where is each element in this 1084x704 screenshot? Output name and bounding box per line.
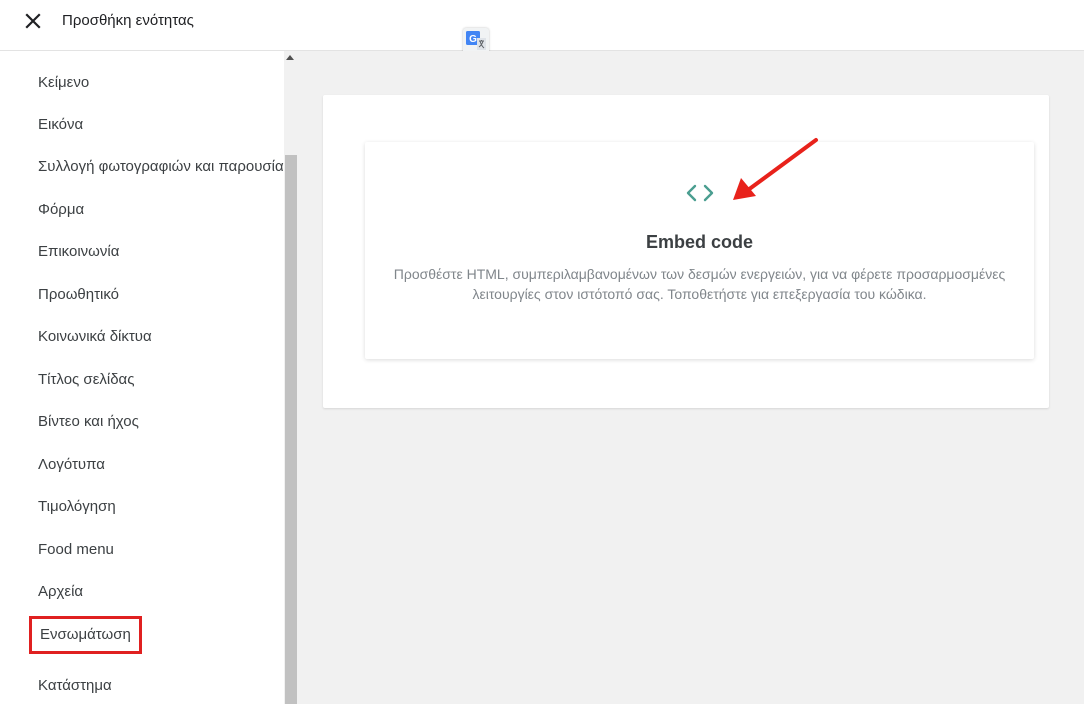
section-preview-panel: Embed code Προσθέστε HTML, συμπεριλαμβαν…	[323, 95, 1049, 408]
sidebar-item-embed[interactable]: Ενσωμάτωση	[29, 616, 142, 654]
embed-code-card[interactable]: Embed code Προσθέστε HTML, συμπεριλαμβαν…	[365, 142, 1034, 359]
sidebar-item-pricing[interactable]: Τιμολόγηση	[38, 497, 284, 517]
sidebar-item-food-menu[interactable]: Food menu	[38, 540, 284, 560]
svg-text:G: G	[469, 34, 477, 45]
page-title: Προσθήκη ενότητας	[62, 12, 194, 29]
embed-card-description: Προσθέστε HTML, συμπεριλαμβανομένων των …	[393, 266, 1006, 302]
code-brackets-icon	[686, 184, 714, 202]
scroll-up-arrow-icon[interactable]	[286, 55, 294, 60]
sidebar-item-social[interactable]: Κοινωνικά δίκτυα	[38, 327, 284, 347]
sidebar-item-promo[interactable]: Προωθητικό	[38, 285, 284, 305]
sidebar-item-form[interactable]: Φόρμα	[38, 200, 284, 220]
embed-card-title: Embed code	[645, 232, 754, 252]
sidebar-item-gallery[interactable]: Συλλογή φωτογραφιών και παρουσίαση	[38, 157, 284, 177]
sidebar-item-video-audio[interactable]: Βίντεο και ήχος	[38, 412, 284, 432]
sidebar-item-page-title[interactable]: Τίτλος σελίδας	[38, 370, 284, 390]
sidebar-item-text[interactable]: Κείμενο	[38, 73, 284, 93]
sidebar-item-store[interactable]: Κατάστημα	[38, 676, 284, 696]
close-button[interactable]	[22, 10, 44, 32]
sidebar-item-logos[interactable]: Λογότυπα	[38, 455, 284, 475]
preview-area: Embed code Προσθέστε HTML, συμπεριλαμβαν…	[298, 51, 1084, 704]
header-bar: Προσθήκη ενότητας G	[0, 0, 1084, 54]
sidebar-item-image[interactable]: Εικόνα	[38, 115, 284, 135]
sidebar-item-contact[interactable]: Επικοινωνία	[38, 242, 284, 262]
sidebar-item-files[interactable]: Αρχεία	[38, 582, 284, 602]
sidebar-scrollbar-thumb[interactable]	[285, 155, 297, 704]
section-type-sidebar: Κείμενο Εικόνα Συλλογή φωτογραφιών και π…	[0, 51, 298, 704]
close-icon	[25, 13, 41, 29]
